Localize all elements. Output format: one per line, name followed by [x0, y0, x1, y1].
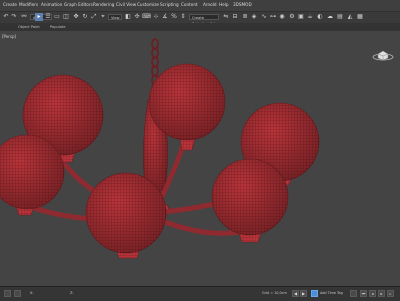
render-icon[interactable]: ☕	[306, 13, 314, 21]
rect-select-icon[interactable]: ▭	[53, 13, 61, 21]
spinner-snap-icon[interactable]: ⇕	[179, 13, 187, 21]
toggle-ribbon-icon[interactable]: ▦	[356, 13, 364, 21]
globe-front-left	[0, 134, 65, 216]
next-frame-icon[interactable]: ▹	[387, 290, 394, 297]
menu-help[interactable]: Help	[219, 2, 229, 8]
menu-rendering[interactable]: Rendering	[93, 2, 114, 8]
snap-icon[interactable]: ⊹	[152, 13, 160, 21]
select-object-icon[interactable]: ▸	[35, 13, 43, 21]
arnold-icon[interactable]: ◭	[346, 13, 354, 21]
menu-scripting[interactable]: Scripting	[160, 2, 179, 8]
coord-x-label: X:	[30, 291, 34, 295]
align-icon[interactable]: ⊟	[231, 13, 239, 21]
angle-snap-icon[interactable]: ∡	[161, 13, 169, 21]
globe-front-right	[211, 158, 289, 243]
tab-populate[interactable]: Populate	[50, 24, 66, 30]
coord-z-label: Z:	[70, 291, 74, 295]
menu-create[interactable]: Create	[3, 2, 17, 8]
ribbon: Object Paint Populate	[0, 23, 400, 31]
graphite-icon[interactable]: ◈	[250, 13, 258, 21]
pivot-icon[interactable]: ◧	[124, 13, 132, 21]
menu-arnold[interactable]: Arnold	[203, 2, 217, 8]
material-editor-icon[interactable]: ◉	[278, 13, 286, 21]
move-icon[interactable]: ✥	[72, 13, 80, 21]
curve-editor-icon[interactable]: ∿	[260, 13, 268, 21]
mirror-icon[interactable]: ⇋	[222, 13, 230, 21]
rotate-icon[interactable]: ↻	[81, 13, 89, 21]
time-tag-icon[interactable]	[311, 290, 318, 297]
perspective-viewport[interactable]: [Persp]	[0, 32, 400, 286]
chandelier-model[interactable]	[0, 32, 400, 286]
lock-selection-icon[interactable]	[14, 290, 21, 297]
prev-frame-icon[interactable]: ◂	[369, 290, 376, 297]
named-selection-dropdown[interactable]: Create Selection Set	[189, 14, 219, 26]
menu-animation[interactable]: Animation	[41, 2, 62, 8]
link-icon[interactable]: ⚯	[20, 13, 28, 21]
scale-icon[interactable]: ⤢	[90, 13, 98, 21]
status-bar: X: Z: Grid = 10,0cm ◀ ▶ Add Time Tag ⏮ ◂…	[0, 286, 400, 301]
globe-front-center	[85, 172, 167, 259]
select-manipulate-icon[interactable]: ✣	[133, 13, 141, 21]
render-frame-icon[interactable]: ▣	[297, 13, 305, 21]
maxscript-listener-icon[interactable]	[4, 290, 11, 297]
schematic-view-icon[interactable]: ⊶	[269, 13, 277, 21]
keyboard-shortcut-icon[interactable]: ⌨	[142, 13, 151, 21]
main-toolbar: ↶ ↷ ⚯ All ▸ ☰ ▭ ◫ ✥ ↻ ⤢ ⌖ View ◧ ✣ ⌨ ⊹ ∡…	[0, 12, 400, 26]
goto-start-icon[interactable]: ⏮	[360, 290, 367, 297]
place-icon[interactable]: ⌖	[99, 13, 107, 21]
menu-bar: Create Modifiers Animation Graph Editors…	[0, 0, 400, 12]
reference-coord-dropdown[interactable]: View	[108, 14, 122, 20]
image-icon[interactable]: ▤	[336, 13, 344, 21]
menu-graph-editors[interactable]: Graph Editors	[64, 2, 93, 8]
menu-modifiers[interactable]: Modifiers	[19, 2, 38, 8]
render-setup-icon[interactable]: ⚙	[288, 13, 296, 21]
grid-size-label: Grid = 10,0cm	[262, 291, 287, 295]
play-back-icon[interactable]: ◀	[292, 290, 299, 297]
menu-customize[interactable]: Customize	[137, 2, 159, 8]
menu-content[interactable]: Content	[181, 2, 198, 8]
layer-manager-icon[interactable]: ≣	[241, 13, 249, 21]
window-crossing-icon[interactable]: ◫	[62, 13, 70, 21]
menu-3dsmod[interactable]: 3DSMOD	[233, 2, 252, 8]
redo-icon[interactable]: ↷	[10, 13, 18, 21]
add-time-tag-button[interactable]: Add Time Tag	[320, 291, 343, 296]
play-animation-icon[interactable]: ▸	[378, 290, 385, 297]
play-icon[interactable]: ▶	[300, 290, 307, 297]
render-production-icon[interactable]: ◐	[316, 13, 324, 21]
select-by-name-icon[interactable]: ☰	[44, 13, 52, 21]
tab-object-paint[interactable]: Object Paint	[18, 24, 40, 30]
menu-civil-view[interactable]: Civil View	[116, 2, 136, 8]
auto-key-button[interactable]	[350, 290, 357, 297]
percent-snap-icon[interactable]: %	[170, 13, 178, 21]
undo-icon[interactable]: ↶	[2, 13, 10, 21]
cloud-render-icon[interactable]: ☁	[326, 13, 334, 21]
